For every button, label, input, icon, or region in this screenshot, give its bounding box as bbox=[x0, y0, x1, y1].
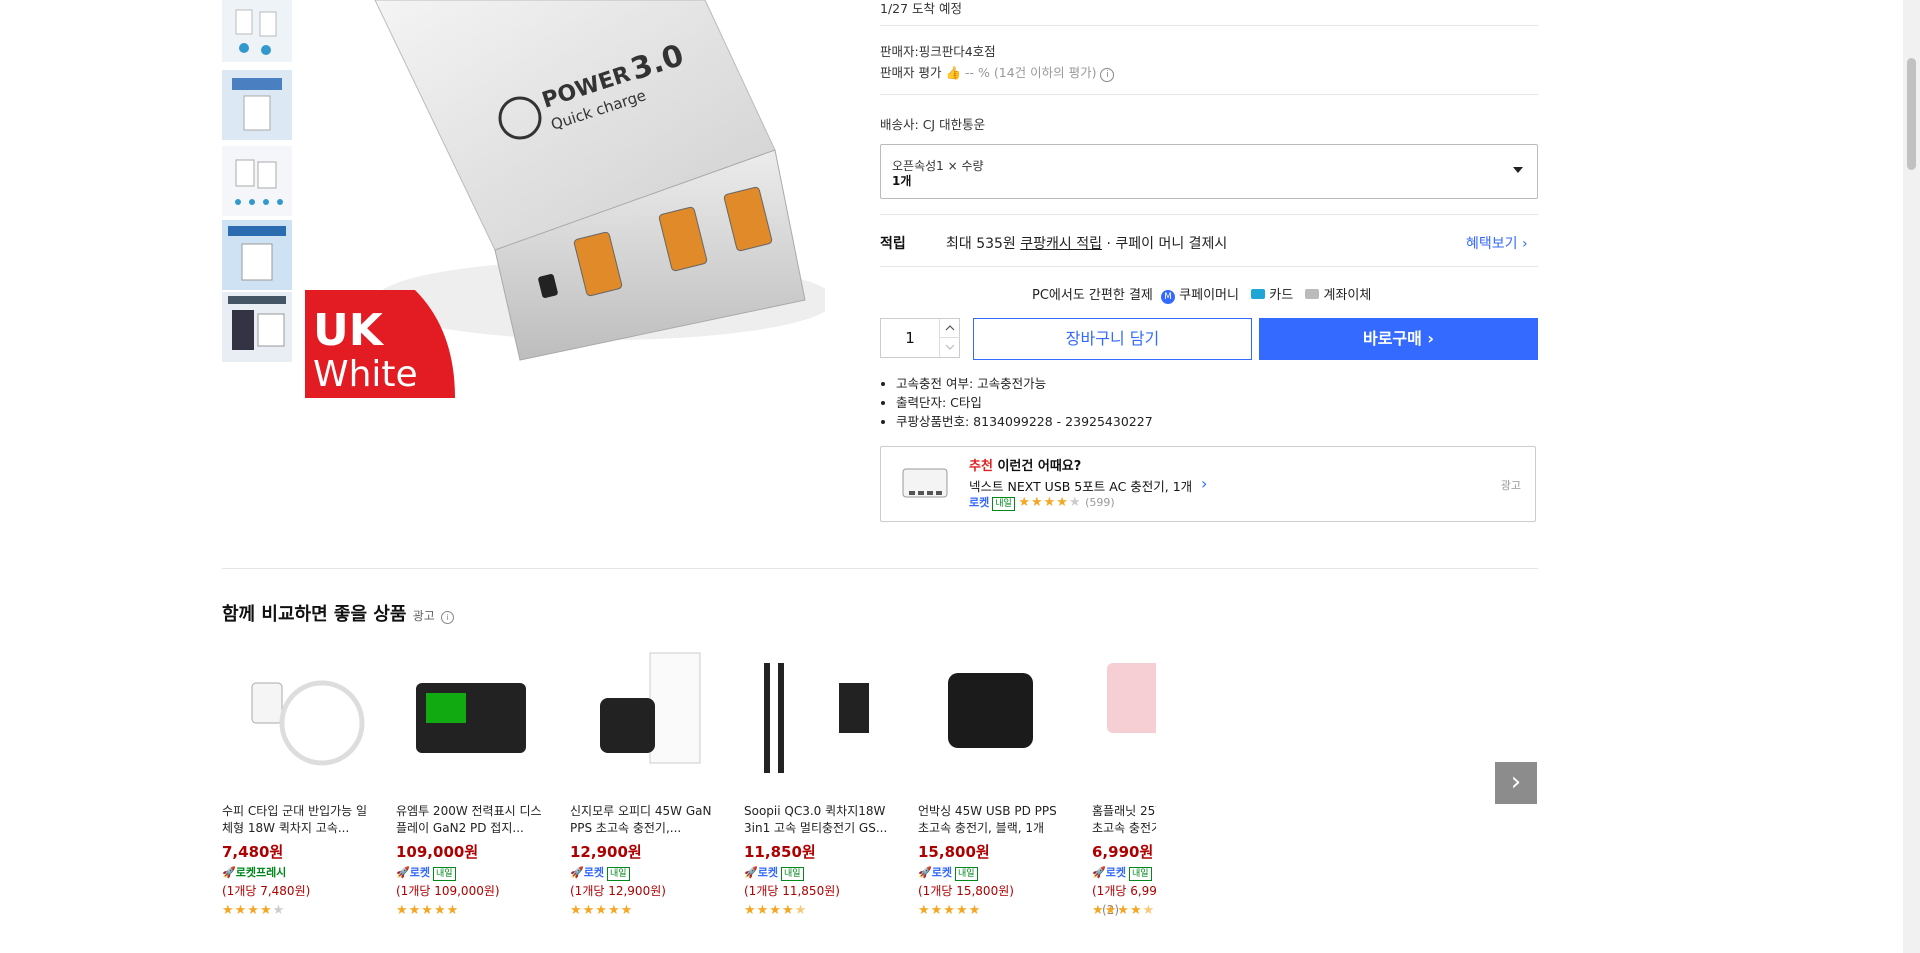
star-rating-icon: ★★★★★ bbox=[1440, 903, 1504, 918]
delivery-badge: 🚀로켓프레시 bbox=[222, 866, 287, 879]
product-price: 15,400원 bbox=[1266, 843, 1338, 861]
product-image[interactable] bbox=[570, 643, 716, 789]
unit-price: (1개당 12,900원) bbox=[570, 884, 666, 898]
rocket-icon: 🚀 bbox=[396, 866, 410, 879]
product-name[interactable]: 케이엠디자인 25W 트 C타입 고속 충전 bbox=[1440, 803, 1538, 837]
rocket-icon: 🚀 bbox=[918, 866, 932, 879]
product-card[interactable]: 루아러블 PD 3.0 PPS 25W 초고속 휴대폰 충전기 C... 15,4… bbox=[1266, 643, 1416, 918]
coupay-icon: M bbox=[1161, 290, 1176, 304]
product-price: 109,000원 bbox=[396, 843, 479, 861]
delivery-badge: 🚀로켓 내일 bbox=[396, 864, 546, 881]
product-price: 6,990원 bbox=[1092, 843, 1154, 861]
rocket-icon: 🚀 bbox=[1440, 866, 1454, 879]
rocket-icon: 🚀 bbox=[222, 866, 236, 879]
scrollbar[interactable] bbox=[1903, 0, 1920, 953]
delivery-badge: 🚀로켓 내일 bbox=[1266, 864, 1416, 880]
buy-now-button[interactable]: 바로구매 › bbox=[1259, 318, 1538, 360]
card-icon bbox=[1251, 289, 1266, 299]
payment-method: 카드 bbox=[1269, 288, 1294, 303]
rating-row: ★★★★★ (16) bbox=[744, 903, 894, 918]
product-name[interactable]: 수피 C타입 군대 반입가능 일체형 18W 퀵차지 고속... bbox=[222, 803, 372, 837]
product-card[interactable]: 언박싱 45W USB PD PPS 초고속 충전기, 블랙, 1개 15,800… bbox=[918, 643, 1068, 918]
payment-method: 계좌이체 bbox=[1323, 288, 1372, 303]
rocket-icon: 🚀 bbox=[1266, 866, 1280, 879]
review-count: (350) bbox=[1450, 903, 1483, 917]
product-image[interactable] bbox=[918, 643, 1064, 789]
rating-row: ★★★★★ (5) bbox=[1440, 903, 1538, 918]
bank-icon bbox=[1305, 289, 1320, 299]
star-rating-icon: ★★★★★ bbox=[918, 903, 982, 918]
product-price: 7,480원 bbox=[222, 843, 284, 861]
rating-row: ★★★★★ (184) bbox=[396, 903, 546, 918]
unit-price: (1개당 7,480원) bbox=[222, 884, 311, 898]
product-image[interactable] bbox=[1266, 643, 1412, 789]
product-image[interactable] bbox=[396, 643, 542, 789]
payment-method: 쿠페이머니 bbox=[1179, 288, 1239, 303]
product-image[interactable] bbox=[744, 643, 890, 789]
rating-row: ★★★★★ (17) bbox=[1266, 903, 1416, 918]
product-price: 9,060원 bbox=[1440, 843, 1502, 861]
caret-down-icon bbox=[1513, 167, 1523, 173]
product-price: 15,800원 bbox=[918, 843, 990, 861]
product-name[interactable]: 홈플래닛 25W PPS PD 3.0 초고속 충전기 + CtoC ... bbox=[1092, 803, 1156, 837]
product-name[interactable]: 유엠투 200W 전력표시 디스플레이 GaN2 PD 접지... bbox=[396, 803, 546, 837]
rocket-tag: 내일 bbox=[780, 867, 804, 881]
rocket-tag: 내일 bbox=[606, 867, 630, 881]
rocket-tag: 내일 bbox=[954, 867, 978, 881]
rocket-tag: 내일 bbox=[1128, 867, 1152, 881]
product-image[interactable] bbox=[1092, 643, 1156, 789]
unit-price: (1개당 109,000원) bbox=[396, 884, 500, 898]
product-price: 12,900원 bbox=[570, 843, 642, 861]
product-card[interactable]: 신지모루 오피디 45W GaN PPS 초고속 충전기,... 12,900원 🚀… bbox=[570, 643, 720, 918]
product-price: 11,850원 bbox=[744, 843, 816, 861]
star-rating-icon: ★★★★★ bbox=[396, 903, 460, 918]
scrollbar-thumb[interactable] bbox=[1907, 58, 1916, 170]
rocket-tag: 내일 bbox=[1303, 867, 1326, 881]
product-card[interactable]: 수피 C타입 군대 반입가능 일체형 18W 퀵차지 고속... 7,480원 🚀로… bbox=[222, 643, 1119, 918]
rocket-icon: 🚀 bbox=[1092, 866, 1106, 879]
delivery-badge: 🚀로켓 내일 bbox=[1092, 864, 1156, 881]
unit-price: (1개당 6,990원) bbox=[1092, 884, 1181, 898]
product-card[interactable]: 홈플래닛 25W PPS PD 3.0 초고속 충전기 + CtoC ... 6,… bbox=[1092, 643, 1181, 918]
delivery-badge: 🚀로켓 내일 bbox=[570, 864, 720, 881]
star-rating-icon: ★★★★★ bbox=[570, 903, 634, 918]
product-card[interactable]: Soopii QC3.0 퀵차지18W 3in1 고속 멀티충전기 GS... 1… bbox=[744, 643, 894, 918]
rating-row: ★★★★★ (19) bbox=[918, 903, 1068, 918]
rocket-tag: 내일 bbox=[1477, 867, 1500, 881]
star-rating-icon: ★★★★★ bbox=[1092, 903, 1156, 918]
star-rating-icon: ★★★★★ bbox=[1266, 903, 1330, 918]
unit-price: (1개당 9,060원) bbox=[1440, 884, 1529, 898]
star-rating-icon: ★★★★★ bbox=[744, 903, 808, 918]
review-count: (2) bbox=[1102, 903, 1119, 917]
product-image[interactable] bbox=[222, 643, 368, 789]
rocket-icon: 🚀 bbox=[744, 866, 758, 879]
rocket-tag: 내일 bbox=[432, 867, 456, 881]
benefit-link[interactable]: 혜택보기 › bbox=[1466, 233, 1528, 253]
unit-price: (1개당 15,800원) bbox=[918, 884, 1014, 898]
delivery-badge: 🚀로켓 내일 bbox=[744, 864, 894, 881]
delivery-badge: 🚀로켓 내일 bbox=[1440, 864, 1538, 880]
rating-row: ★★★★★ (22,502) bbox=[1092, 903, 1156, 918]
product-name[interactable]: 언박싱 45W USB PD PPS 초고속 충전기, 블랙, 1개 bbox=[918, 803, 1068, 837]
review-count: (184) bbox=[1276, 903, 1309, 917]
product-name[interactable]: 루아러블 PD 3.0 PPS 25W 초고속 휴대폰 충전기 C... bbox=[1266, 803, 1416, 837]
delivery-badge: 🚀로켓 내일 bbox=[918, 864, 1068, 881]
product-name[interactable]: Soopii QC3.0 퀵차지18W 3in1 고속 멀티충전기 GS... bbox=[744, 803, 894, 837]
unit-price: (1개당 15,400원) bbox=[1266, 884, 1362, 898]
chevron-right-icon[interactable]: › bbox=[1201, 474, 1207, 493]
product-name[interactable]: 신지모루 오피디 45W GaN PPS 초고속 충전기,... bbox=[570, 803, 720, 837]
rocket-icon: 🚀 bbox=[570, 866, 584, 879]
product-card[interactable]: 유엠투 200W 전력표시 디스플레이 GaN2 PD 접지... 109,000… bbox=[396, 643, 546, 918]
rating-row: ★★★★★ (350) bbox=[570, 903, 720, 918]
unit-price: (1개당 11,850원) bbox=[744, 884, 840, 898]
carousel-next-button[interactable]: › bbox=[1495, 762, 1537, 804]
star-rating-icon: ★★★★★ bbox=[222, 903, 286, 918]
rating-row: ★★★★★ (2) bbox=[222, 903, 1119, 918]
ad-label: 광고 bbox=[1500, 479, 1521, 492]
